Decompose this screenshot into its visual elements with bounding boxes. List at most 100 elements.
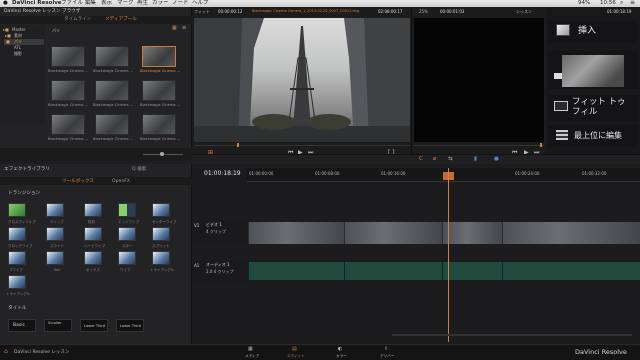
menu-app[interactable]: DaVinci Resolve bbox=[12, 0, 62, 7]
tab-toolbox[interactable]: ツールボックス bbox=[62, 179, 94, 185]
tab-media-pool[interactable]: メディアプール bbox=[105, 17, 137, 23]
viewer-scrubber[interactable] bbox=[414, 145, 544, 146]
title-tile[interactable]: Scroller bbox=[44, 319, 72, 332]
source-fit[interactable]: フィット bbox=[194, 10, 210, 14]
source-scrubber[interactable] bbox=[194, 145, 410, 146]
video-clip[interactable] bbox=[248, 222, 344, 244]
timeline-video-frame[interactable] bbox=[414, 18, 544, 142]
apple-icon[interactable]: ● bbox=[3, 0, 8, 7]
clip-thumbnail[interactable] bbox=[51, 114, 85, 135]
effects-library: エフェクトライブラリ Q 検索 ツールボックス OpenFX トランジション ク… bbox=[0, 164, 192, 344]
transition-tile[interactable] bbox=[46, 227, 64, 241]
transition-tile[interactable] bbox=[8, 227, 26, 241]
menu-help[interactable]: ヘルプ bbox=[192, 0, 209, 7]
flag-icon[interactable]: ▮ bbox=[474, 156, 477, 163]
menu-mark[interactable]: マーク bbox=[117, 0, 134, 7]
fit-to-fill-overlay[interactable]: フィット トゥ フィル bbox=[548, 95, 638, 121]
video-clip[interactable] bbox=[344, 222, 442, 244]
folder-source[interactable]: 素材 bbox=[14, 34, 22, 38]
menu-node[interactable]: ノード bbox=[172, 0, 189, 7]
transition-tile[interactable] bbox=[46, 203, 64, 217]
list-view-icon[interactable]: ≡ bbox=[182, 26, 186, 31]
blade-icon[interactable]: ⌀ bbox=[433, 156, 436, 163]
tab-edit[interactable]: ▤ エディット bbox=[285, 346, 307, 360]
search-icon[interactable]: ⌕ bbox=[620, 0, 623, 6]
clip-thumbnail[interactable] bbox=[142, 46, 176, 67]
transition-tile[interactable] bbox=[152, 203, 170, 217]
transition-tile[interactable] bbox=[84, 251, 102, 265]
folder-shoot[interactable]: 撮影 bbox=[14, 52, 22, 56]
media-browser: DaVinci Resolve レッスン ブラウザ タイムライン メディアプール… bbox=[0, 7, 192, 161]
video-clip[interactable] bbox=[442, 222, 502, 244]
overwrite-overlay[interactable] bbox=[548, 51, 638, 89]
viewer-timeline-name[interactable]: レッスン bbox=[516, 10, 532, 14]
menu-view[interactable]: 表示 bbox=[101, 0, 112, 7]
source-playhead[interactable] bbox=[237, 143, 239, 147]
tab-deliver[interactable]: ⇪ デリバー bbox=[378, 346, 398, 360]
clip-thumbnail[interactable] bbox=[51, 46, 85, 67]
menu-color[interactable]: カラー bbox=[152, 0, 169, 7]
zoom-slider-handle[interactable] bbox=[160, 152, 164, 156]
video-track-header[interactable]: V1 ビデオ 1 4 クリップ bbox=[192, 220, 247, 244]
ruler-tick: 01:00:32:00 bbox=[582, 171, 607, 176]
clip-thumbnail[interactable] bbox=[95, 114, 129, 135]
menu-play[interactable]: 再生 bbox=[137, 0, 148, 7]
playhead-handle[interactable] bbox=[443, 172, 454, 180]
title-tile[interactable]: Lower Third bbox=[80, 319, 108, 332]
transition-tile[interactable] bbox=[152, 251, 170, 265]
transition-tile[interactable] bbox=[118, 227, 136, 241]
transition-tile[interactable] bbox=[46, 251, 64, 265]
tab-media[interactable]: ▦ メディア bbox=[243, 346, 261, 360]
trim-tool-icon[interactable]: C bbox=[419, 156, 423, 163]
audio-clip[interactable] bbox=[502, 262, 640, 280]
insert-overlay[interactable]: 挿入 bbox=[548, 21, 638, 43]
clip-label: Blackmagic Cinema ... bbox=[93, 69, 133, 73]
marker-icon[interactable]: ● bbox=[494, 156, 499, 163]
transition-label: ディップ bbox=[50, 220, 64, 224]
folder-master[interactable]: Master bbox=[12, 28, 26, 32]
viewer-playhead[interactable] bbox=[540, 143, 542, 147]
folder-paris[interactable]: パリ bbox=[14, 40, 22, 44]
grid-view-icon[interactable]: ▦ bbox=[172, 26, 177, 31]
transition-tile[interactable] bbox=[8, 275, 26, 289]
home-icon[interactable]: ⌂ bbox=[4, 349, 8, 355]
audio-clip[interactable] bbox=[442, 262, 502, 280]
viewer-zoom[interactable]: 25% bbox=[419, 10, 428, 14]
transition-tile[interactable] bbox=[118, 203, 136, 217]
clip-thumbnail[interactable] bbox=[51, 80, 85, 101]
tab-label: メディア bbox=[245, 354, 260, 358]
audio-track-header[interactable]: A1 オーディオ 1 2.0 4 クリップ bbox=[192, 260, 247, 284]
clip-label: Blackmagic Cinema ... bbox=[140, 137, 180, 141]
place-on-top-label: 最上位に編集 bbox=[574, 131, 622, 140]
menu-edit[interactable]: 編集 bbox=[85, 0, 96, 7]
place-on-top-overlay[interactable]: 最上位に編集 bbox=[548, 125, 638, 147]
window-title: DaVinci Resolve レッスン ブラウザ bbox=[4, 9, 81, 14]
video-clip[interactable] bbox=[502, 222, 640, 244]
tab-timeline[interactable]: タイムライン bbox=[64, 17, 91, 23]
title-tile[interactable]: Basic bbox=[8, 319, 36, 332]
tab-color[interactable]: ◐ カラー bbox=[333, 346, 351, 360]
transition-tile[interactable] bbox=[8, 203, 26, 217]
transition-tile[interactable] bbox=[84, 203, 102, 217]
clip-thumbnail[interactable] bbox=[95, 46, 129, 67]
folder-atl[interactable]: ATL bbox=[14, 46, 21, 50]
tab-openfx[interactable]: OpenFX bbox=[112, 179, 130, 185]
transition-tile[interactable] bbox=[118, 251, 136, 265]
audio-clip[interactable] bbox=[344, 262, 442, 280]
transition-tile[interactable] bbox=[152, 227, 170, 241]
link-icon[interactable]: ⇆ bbox=[448, 156, 453, 163]
source-video-frame[interactable] bbox=[194, 18, 410, 142]
transition-tile[interactable] bbox=[84, 227, 102, 241]
clip-thumbnail[interactable] bbox=[142, 80, 176, 101]
clip-thumbnail[interactable] bbox=[142, 114, 176, 135]
title-tile[interactable]: Lower Third bbox=[116, 319, 144, 332]
effects-search[interactable]: Q 検索 bbox=[132, 167, 146, 173]
audio-clip[interactable] bbox=[248, 262, 344, 280]
transition-tile[interactable] bbox=[8, 251, 26, 265]
menu-file[interactable]: ファイル bbox=[61, 0, 83, 7]
transition-label: スプリット bbox=[152, 244, 170, 248]
clip-thumbnail[interactable] bbox=[95, 80, 129, 101]
list-icon[interactable]: ≡ bbox=[630, 0, 635, 6]
transitions-header: トランジション bbox=[8, 191, 41, 196]
timeline-playhead[interactable] bbox=[448, 168, 449, 342]
